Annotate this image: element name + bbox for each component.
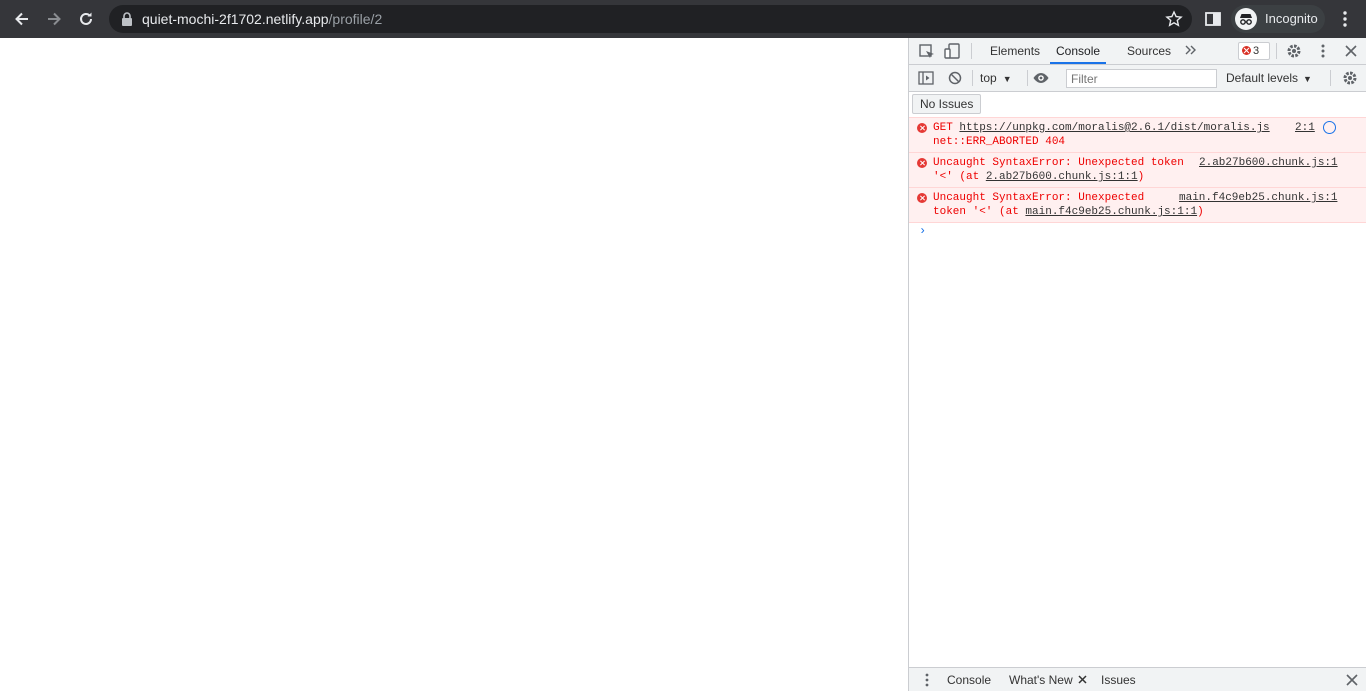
log-levels-value: Default levels: [1226, 71, 1299, 85]
settings-gear-icon[interactable]: [1285, 42, 1303, 60]
close-tab-icon[interactable]: [1077, 674, 1088, 685]
sidebar-toggle-icon[interactable]: [917, 69, 935, 87]
console-error-message: Uncaught SyntaxError: Unexpected token '…: [909, 187, 1366, 223]
divider: [1330, 70, 1331, 86]
console-toolbar: top ▼ Default levels ▼: [909, 65, 1366, 92]
no-issues-button[interactable]: No Issues: [912, 94, 982, 114]
dropdown-arrow-icon: ▼: [1303, 74, 1312, 84]
dropdown-arrow-icon: ▼: [1002, 74, 1012, 84]
console-error-message: Uncaught SyntaxError: Unexpected token '…: [909, 152, 1366, 188]
divider: [972, 70, 973, 86]
context-selector[interactable]: top ▼: [980, 71, 1012, 85]
divider: [971, 43, 972, 59]
source-link[interactable]: 2:1: [1295, 121, 1315, 135]
message-line: token '<' (at main.f4c9eb25.chunk.js:1:1…: [933, 205, 1366, 219]
arrow-right-icon: [48, 12, 61, 26]
incognito-label: Incognito: [1265, 11, 1318, 26]
error-count: 3: [1253, 45, 1260, 57]
console-settings-gear-icon[interactable]: [1341, 69, 1359, 87]
drawer-tab-console[interactable]: Console: [947, 673, 991, 687]
browser-toolbar: quiet-mochi-2f1702.netlify.app/profile/2…: [0, 0, 1366, 38]
filter-input[interactable]: [1066, 69, 1217, 88]
inspect-element-icon[interactable]: [918, 43, 936, 61]
issues-bar: No Issues: [909, 92, 1366, 118]
back-button[interactable]: [8, 5, 36, 33]
url-text: quiet-mochi-2f1702.netlify.app/profile/2: [142, 11, 382, 27]
drawer-menu-icon[interactable]: [918, 671, 936, 689]
lock-icon: [122, 12, 132, 26]
devtools-panel: Elements Console Sources 3 top ▼ Filter …: [908, 38, 1366, 691]
error-icon: [1242, 46, 1251, 55]
url-path: /profile/2: [328, 11, 383, 27]
console-prompt[interactable]: ›: [919, 224, 926, 238]
kebab-menu-icon[interactable]: [1335, 9, 1355, 29]
tab-elements[interactable]: Elements: [984, 38, 1046, 64]
arrow-left-icon: [15, 12, 28, 26]
message-line: net::ERR_ABORTED 404: [933, 136, 1066, 148]
message-suffix: ): [1197, 206, 1204, 218]
page-viewport: [0, 38, 908, 691]
console-messages: GET https://unpkg.com/moralis@2.6.1/dist…: [909, 117, 1366, 223]
clear-console-icon[interactable]: [946, 69, 964, 87]
source-link[interactable]: main.f4c9eb25.chunk.js:1: [1179, 191, 1337, 205]
incognito-profile-button[interactable]: Incognito: [1231, 5, 1325, 33]
close-drawer-icon[interactable]: [1343, 671, 1361, 689]
forward-button[interactable]: [40, 5, 68, 33]
resource-link[interactable]: https://unpkg.com/moralis@2.6.1/dist/mor…: [959, 122, 1269, 134]
resource-link[interactable]: main.f4c9eb25.chunk.js:1:1: [1025, 206, 1197, 218]
more-tabs-chevron-icon[interactable]: [1184, 43, 1198, 57]
error-icon: [917, 158, 927, 168]
close-icon[interactable]: [1342, 42, 1360, 60]
divider: [1027, 70, 1028, 86]
source-link[interactable]: 2.ab27b600.chunk.js:1: [1199, 156, 1338, 170]
error-icon: [917, 193, 927, 203]
message-line: '<' (at 2.ab27b600.chunk.js:1:1): [933, 170, 1366, 184]
drawer-tab-issues[interactable]: Issues: [1101, 673, 1136, 687]
context-value: top: [980, 71, 997, 85]
bookmark-star-icon[interactable]: [1165, 10, 1183, 28]
devtools-menu-icon[interactable]: [1314, 42, 1332, 60]
message-prefix: token '<' (at: [933, 206, 1026, 218]
side-panel-icon[interactable]: [1203, 9, 1223, 29]
devtools-tab-bar: Elements Console Sources 3: [909, 38, 1366, 65]
message-prefix: '<' (at: [933, 171, 986, 183]
address-bar[interactable]: quiet-mochi-2f1702.netlify.app/profile/2: [109, 5, 1192, 33]
reload-icon: [80, 12, 92, 25]
devtools-drawer-bar: Console What's New Issues: [909, 667, 1366, 691]
reload-button[interactable]: [72, 5, 100, 33]
drawer-tab-whats-new[interactable]: What's New: [1009, 673, 1073, 687]
incognito-icon: [1235, 8, 1257, 30]
log-levels-selector[interactable]: Default levels ▼: [1226, 71, 1312, 85]
error-icon: [917, 123, 927, 133]
resource-link[interactable]: 2.ab27b600.chunk.js:1:1: [986, 171, 1138, 183]
message-prefix: GET: [933, 122, 960, 134]
network-request-icon[interactable]: [1323, 121, 1336, 134]
error-count-badge[interactable]: 3: [1238, 42, 1270, 60]
prompt-chevron-icon: ›: [919, 224, 927, 238]
divider: [1276, 43, 1277, 59]
tab-sources[interactable]: Sources: [1121, 38, 1177, 64]
device-toolbar-icon[interactable]: [944, 42, 962, 60]
tab-console[interactable]: Console: [1050, 38, 1107, 64]
url-host: quiet-mochi-2f1702.netlify.app: [142, 11, 329, 27]
message-suffix: ): [1137, 171, 1145, 183]
console-error-message: GET https://unpkg.com/moralis@2.6.1/dist…: [909, 117, 1366, 153]
live-expression-eye-icon[interactable]: [1032, 69, 1050, 87]
